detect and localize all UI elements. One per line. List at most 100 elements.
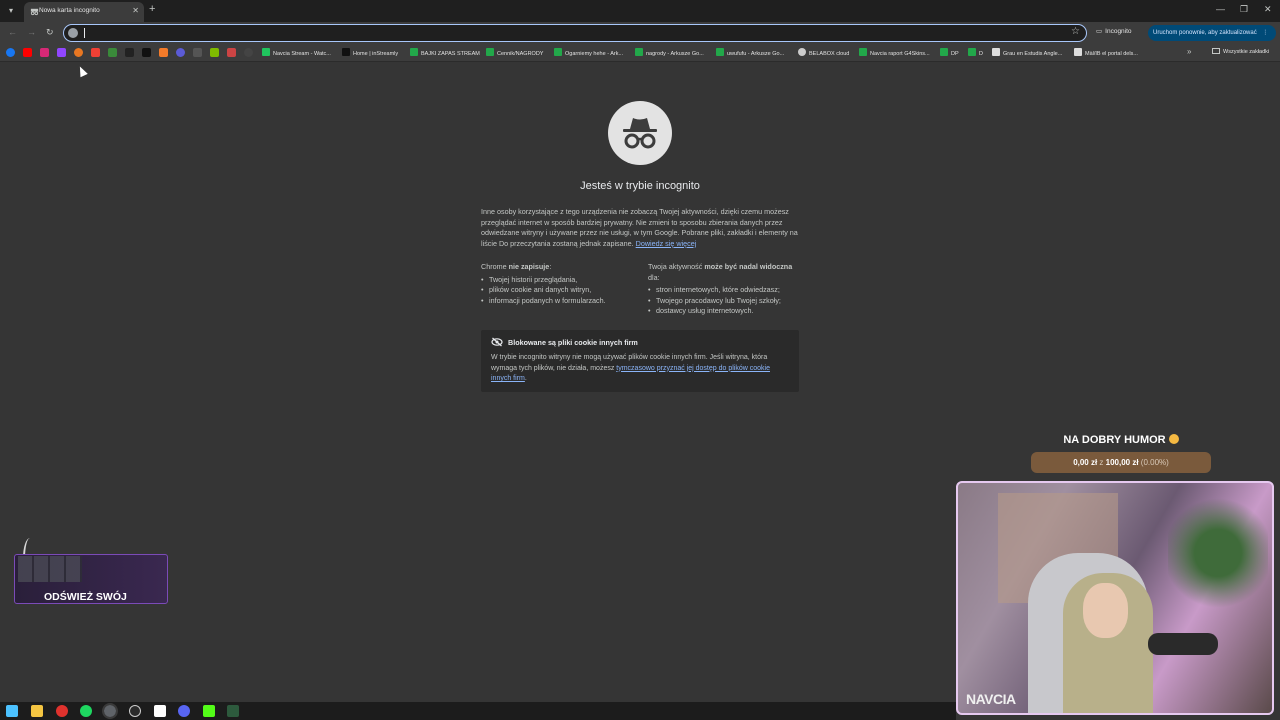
chrome-icon[interactable] <box>102 703 118 719</box>
heading-suffix: : <box>549 262 552 271</box>
bookmark-item[interactable]: DP <box>940 48 959 57</box>
microsoft-icon[interactable] <box>210 48 219 57</box>
youtube-icon[interactable] <box>23 48 32 57</box>
spotify-icon[interactable] <box>80 705 92 717</box>
forward-button[interactable]: → <box>27 27 36 37</box>
obs-icon[interactable] <box>129 705 141 717</box>
instreamly-icon <box>342 48 350 56</box>
bookmark-label: BAJKI ZAPAS STREAM <box>421 51 480 57</box>
instagram-icon[interactable] <box>40 48 49 57</box>
bookmark-item[interactable]: Grau en Estudis Angle... <box>992 48 1062 57</box>
tiktok-icon[interactable] <box>142 48 151 57</box>
back-button[interactable]: ← <box>8 27 17 37</box>
chrome-not-saving-list: Twojej historii przeglądania, plików coo… <box>481 275 631 307</box>
bookmarks-bar: Navcia Stream - Watc... Home | inStreaml… <box>0 44 1280 62</box>
reload-button[interactable]: ↻ <box>46 27 54 38</box>
bookmark-item[interactable]: Home | inStreamly <box>342 48 398 57</box>
bookmark-item[interactable]: BAJKI ZAPAS STREAM <box>410 48 480 57</box>
toolbar: ← → ↻ ☆ ▭ Incognito Uruchom ponownie, aby… <box>0 22 1280 44</box>
blue-circle-icon[interactable] <box>176 48 185 57</box>
globe-icon <box>798 48 806 56</box>
restore-button[interactable]: ❐ <box>1240 4 1248 15</box>
sheets-icon <box>486 48 494 56</box>
activity-visible-column: Twoja aktywność może być nadal widoczna … <box>648 262 798 317</box>
incognito-chip[interactable]: ▭ Incognito <box>1096 27 1132 35</box>
pocket-icon[interactable] <box>91 48 100 57</box>
page-icon <box>1074 48 1082 56</box>
webcam-overlay: NAVCIA <box>956 481 1274 715</box>
goal-current: 0,00 zł <box>1073 458 1098 467</box>
windows-start-icon[interactable] <box>6 705 18 717</box>
address-bar[interactable]: ☆ <box>63 24 1087 42</box>
bookmarks-overflow-icon[interactable]: » <box>1187 47 1191 56</box>
page-heading: Jesteś w trybie incognito <box>580 180 700 192</box>
goal-percent: (0.00%) <box>1138 458 1169 467</box>
update-button-label: Uruchom ponownie, aby zaktualizować <box>1153 30 1257 36</box>
all-bookmarks-button[interactable]: Wszystkie zakładki <box>1212 48 1269 55</box>
folder-icon <box>1212 48 1220 54</box>
learn-more-link[interactable]: Dowiedz się więcej <box>636 239 697 248</box>
bookmark-item[interactable]: Cennik/NAGRODY <box>486 48 543 57</box>
tab-title: Nowa karta incognito <box>39 7 100 14</box>
bookmark-item[interactable]: D <box>968 48 983 57</box>
facebook-icon[interactable] <box>6 48 15 57</box>
third-party-cookies-card: Blokowane są pliki cookie innych firm W … <box>481 330 799 392</box>
file-explorer-icon[interactable] <box>31 705 43 717</box>
incognito-icon <box>30 8 39 16</box>
chrome-not-saving-column: Chrome nie zapisuje: Twojej historii prz… <box>481 262 631 306</box>
bookmark-item[interactable]: BELABOX cloud <box>798 48 849 57</box>
circle-icon[interactable] <box>244 48 253 57</box>
sheets-icon <box>716 48 724 56</box>
minimize-button[interactable]: — <box>1216 4 1225 14</box>
tab-search-icon[interactable]: ▾ <box>4 4 18 18</box>
tab-incognito[interactable]: Nowa karta incognito ✕ <box>24 2 144 22</box>
heading-strong: nie zapisuje <box>508 262 550 271</box>
bookmark-star-icon[interactable]: ☆ <box>1071 26 1080 37</box>
new-tab-button[interactable]: + <box>149 3 155 15</box>
bookmark-label: DP <box>951 51 959 57</box>
bookmark-label: nagrody - Arkusze Go... <box>646 51 704 57</box>
discord-icon[interactable] <box>178 705 190 717</box>
mouse-cursor <box>76 64 88 78</box>
bookmark-item[interactable]: Navcia Stream - Watc... <box>262 48 331 57</box>
kick-icon <box>262 48 270 56</box>
red-square-icon[interactable] <box>227 48 236 57</box>
goal-separator: z <box>1097 458 1106 467</box>
twitch-icon[interactable] <box>57 48 66 57</box>
bookmark-label: Navcia Stream - Watc... <box>273 51 331 57</box>
goal-target: 100,00 zł <box>1105 458 1139 467</box>
window-close-button[interactable]: ✕ <box>1264 4 1272 15</box>
heading-prefix: Chrome <box>481 262 509 271</box>
goal-title-text: NA DOBRY HUMOR <box>1063 434 1166 446</box>
opera-icon[interactable] <box>56 705 68 717</box>
update-button[interactable]: Uruchom ponownie, aby zaktualizować ⋮ <box>1148 25 1276 41</box>
x-icon[interactable] <box>125 48 134 57</box>
tab-close-icon[interactable]: ✕ <box>132 6 139 15</box>
list-item: Twojego pracodawcy lub Twojej szkoły; <box>648 296 798 307</box>
bookmark-item[interactable]: uwufufu - Arkusze Go... <box>716 48 784 57</box>
link-icon[interactable] <box>193 48 202 57</box>
cookie-title-text: Blokowane są pliki cookie innych firm <box>508 338 638 347</box>
refresh-overlay-widget: ODŚWIEŻ SWÓJ <box>14 538 168 604</box>
terminal-icon[interactable] <box>227 705 239 717</box>
bookmark-item[interactable]: Navcia raport G4Skins... <box>859 48 930 57</box>
kick-app-icon[interactable] <box>203 705 215 717</box>
item-tiles <box>18 556 82 582</box>
green-site-icon[interactable] <box>108 48 117 57</box>
webcam-face <box>1083 583 1128 638</box>
google-icon <box>68 28 78 38</box>
list-item: Twojej historii przeglądania, <box>481 275 631 286</box>
list-item: plików cookie ani danych witryn, <box>481 285 631 296</box>
bookmark-label: Màl/IB el portal dels... <box>1085 51 1138 57</box>
orange-square-icon[interactable] <box>159 48 168 57</box>
notion-icon[interactable] <box>154 705 166 717</box>
bookmark-label: Grau en Estudis Angle... <box>1003 51 1063 57</box>
bookmark-item[interactable]: Ogarniemy hehe - Ark... <box>554 48 623 57</box>
incognito-logo <box>608 101 672 165</box>
menu-dots-icon[interactable]: ⋮ <box>1262 30 1268 36</box>
activity-visible-list: stron internetowych, które odwiedzasz; T… <box>648 285 798 317</box>
orange-site-icon[interactable] <box>74 48 83 57</box>
sheets-icon <box>940 48 948 56</box>
bookmark-item[interactable]: Màl/IB el portal dels... <box>1074 48 1138 57</box>
bookmark-item[interactable]: nagrody - Arkusze Go... <box>635 48 704 57</box>
